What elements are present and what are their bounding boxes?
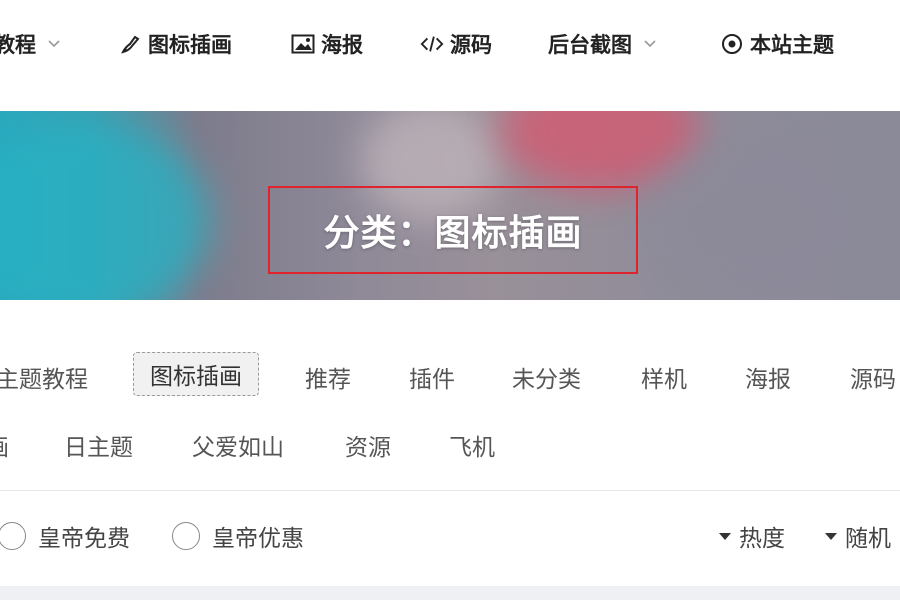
nav-item-icon-illustration[interactable]: 图标插画 (118, 28, 232, 60)
sort-label: 随机 (845, 526, 891, 552)
nav-item-label: 源码 (450, 33, 492, 57)
category-tab[interactable]: 未分类 (512, 360, 581, 394)
nav-item-site-theme[interactable]: 本站主题 (720, 28, 834, 60)
category-tab[interactable]: 飞机 (449, 428, 495, 462)
category-tab[interactable]: 源码 (850, 360, 896, 394)
sort-popularity[interactable]: 热度 (719, 519, 785, 553)
code-icon (420, 32, 444, 56)
nav-item-posters[interactable]: 海报 (291, 28, 363, 60)
filter-radio-discount[interactable]: 皇帝优惠 (172, 519, 304, 553)
nav-item-source-code[interactable]: 源码 (420, 28, 492, 60)
brush-icon (118, 32, 142, 56)
page-title: 分类：图标插画 (323, 213, 583, 254)
category-tab[interactable]: 推荐 (305, 360, 351, 394)
category-tab[interactable]: 主题教程 (0, 360, 88, 394)
target-icon (720, 32, 744, 56)
caret-down-icon (719, 532, 731, 540)
category-tab[interactable]: 插件 (409, 360, 455, 394)
filter-radio-free[interactable]: 皇帝免费 (0, 519, 130, 553)
radio-label: 皇帝优惠 (212, 526, 304, 552)
category-tab[interactable]: 资源 (345, 428, 391, 462)
radio-circle[interactable] (172, 522, 200, 550)
nav-item-tutorials[interactable]: 教程 (0, 28, 60, 60)
sort-random[interactable]: 随机 (825, 519, 891, 553)
banner-blob (640, 141, 860, 300)
nav-item-label: 后台截图 (548, 33, 632, 57)
nav-item-admin-screenshots[interactable]: 后台截图 (548, 28, 656, 60)
category-tab-active[interactable]: 图标插画 (133, 352, 259, 396)
image-icon (291, 32, 315, 56)
divider (0, 490, 900, 491)
sort-label: 热度 (739, 526, 785, 552)
category-tab[interactable]: 父爱如山 (192, 428, 284, 462)
nav-item-label: 海报 (321, 33, 363, 57)
nav-item-label: 教程 (0, 33, 36, 57)
chevron-down-icon (644, 40, 656, 48)
banner-blob (0, 121, 210, 300)
category-tab[interactable]: 画 (0, 428, 9, 462)
radio-label: 皇帝免费 (38, 526, 130, 552)
category-tab[interactable]: 日主题 (64, 428, 133, 462)
category-tab[interactable]: 样机 (641, 360, 687, 394)
banner-title-highlight: 分类：图标插画 (268, 186, 638, 274)
radio-circle[interactable] (0, 522, 26, 550)
category-tab[interactable]: 海报 (745, 360, 791, 394)
top-nav: 教程 图标插画 海报 源码 后台截图 本站主题 (0, 0, 900, 88)
content-area-edge (0, 586, 900, 600)
nav-item-label: 图标插画 (148, 33, 232, 57)
chevron-down-icon (48, 40, 60, 48)
caret-down-icon (825, 532, 837, 540)
nav-item-label: 本站主题 (750, 33, 834, 57)
